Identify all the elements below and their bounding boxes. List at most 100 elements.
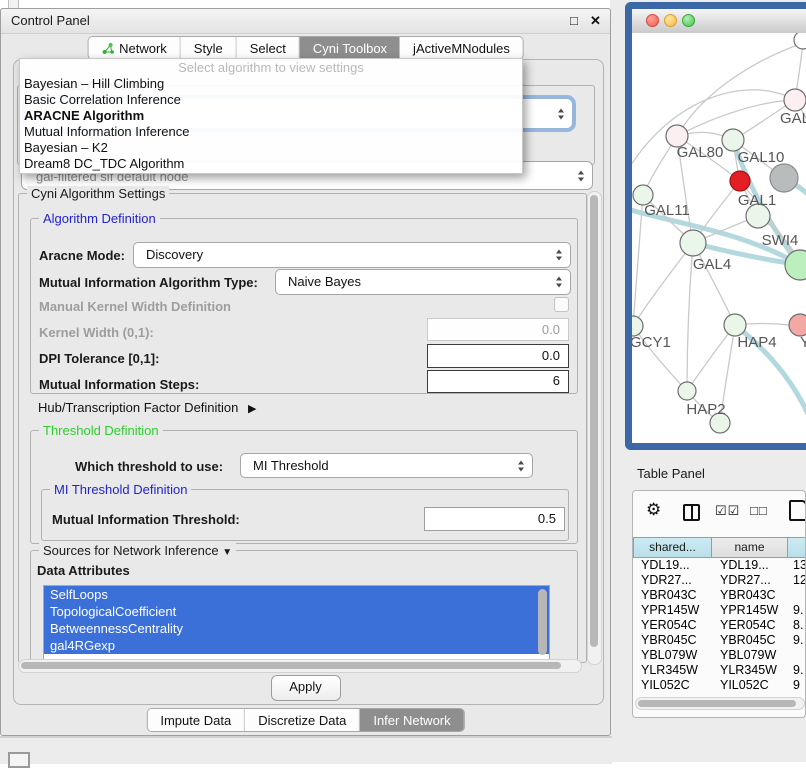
mi-type-combo[interactable]: Naive Bayes [275,269,571,295]
zoom-traffic-icon[interactable] [682,14,695,27]
network-view-window: GAL GAL80 GAL10 GAL1 GAL11 SWI4 GAL4 GCY… [625,2,806,450]
network-node[interactable] [785,250,806,280]
columns-icon[interactable] [683,504,700,521]
control-panel-window: Control Panel □ ✕ Network Style Select C… [0,8,611,736]
mi-threshold-field[interactable]: 0.5 [424,507,565,531]
which-threshold-combo[interactable]: MI Threshold [240,453,533,478]
table-row[interactable]: YPR145W YPR145W 9. [633,603,806,618]
cell: 9. [788,663,806,678]
kernel-width-field[interactable]: 0.0 [427,318,569,341]
network-node[interactable] [794,33,806,49]
table-row[interactable]: YBR045C YBR045C 9. [633,633,806,648]
tab-jactivemnodules[interactable]: jActiveMNodules [400,37,523,59]
aracne-mode-combo[interactable]: Discovery [133,242,571,268]
expander-down-icon: ▼ [222,547,232,558]
control-panel-titlebar: Control Panel □ ✕ [1,9,610,34]
cell: YIL052C [633,678,712,693]
table-row[interactable]: YER054C YER054C 8. [633,618,806,633]
mi-steps-label: Mutual Information Steps: [39,377,199,392]
node-label: SWI4 [762,232,799,249]
float-window-icon[interactable]: □ [570,13,578,28]
mi-type-label: Mutual Information Algorithm Type: [39,275,258,290]
algorithm-option[interactable]: Bayesian – K2 [20,140,522,156]
node-label: GAL4 [693,256,731,273]
node-label: GAL80 [677,144,724,161]
manual-kernel-checkbox[interactable] [554,297,569,312]
collapsed-panel-button[interactable] [8,752,30,768]
dpi-tolerance-field[interactable]: 0.0 [427,344,569,368]
sources-group-title[interactable]: Sources for Network Inference ▼ [39,543,236,558]
algorithm-definition-group: Algorithm Definition Aracne Mode: Discov… [30,218,578,394]
cell: YLR345W [712,663,788,678]
network-window-titlebar[interactable] [632,9,806,34]
network-node[interactable] [789,314,806,336]
stepper-icon [556,250,563,261]
attribute-item-selected[interactable]: SelfLoops [44,586,549,603]
tab-style[interactable]: Style [181,37,237,59]
bottom-strip [0,736,612,764]
cell: 9. [788,633,806,648]
network-node-hap4[interactable] [724,314,746,336]
close-icon[interactable]: ✕ [590,13,601,29]
tab-select[interactable]: Select [237,37,300,59]
table-row[interactable]: YBL079W YBL079W [633,648,806,663]
minimize-traffic-icon[interactable] [664,14,677,27]
network-node-gal4[interactable] [680,230,706,256]
table-hscrollbar[interactable] [635,697,805,710]
cell [788,588,806,603]
table-row[interactable]: YIL052C YIL052C 9 [633,678,806,693]
column-header-shared-name[interactable]: shared... [633,537,712,558]
group-title: Algorithm Definition [39,211,160,226]
apply-button[interactable]: Apply [271,675,341,701]
cell: 9 [788,678,806,693]
algorithm-option[interactable]: Dream8 DC_TDC Algorithm [20,156,522,172]
mi-threshold-label: Mutual Information Threshold: [52,512,240,527]
attribute-item-selected[interactable]: BetweennessCentrality [44,620,549,637]
tab-discretize-data[interactable]: Discretize Data [245,709,360,731]
settings-vscrollbar[interactable] [587,191,602,665]
network-node-gcy1[interactable] [632,316,643,336]
tab-cyni-toolbox[interactable]: Cyni Toolbox [300,37,400,59]
network-node[interactable] [784,89,806,111]
mi-steps-field[interactable]: 6 [427,370,569,393]
list-scrollbar[interactable] [538,589,547,655]
column-header-name[interactable]: name [712,537,788,558]
network-node-gray[interactable] [770,164,798,192]
algorithm-option[interactable]: Bayesian – Hill Climbing [20,76,522,92]
settings-hscrollbar[interactable] [18,659,582,673]
tab-network[interactable]: Network [88,37,181,59]
attribute-item-selected[interactable]: gal4RGexp [44,637,549,654]
deselect-all-icon[interactable]: □□ [750,503,768,518]
column-header-partial[interactable] [788,537,806,558]
algorithm-option[interactable]: Basic Correlation Inference [20,92,522,108]
select-all-icon[interactable]: ☑☑ [715,503,740,519]
cell: YPR145W [712,603,788,618]
cell: 9. [788,603,806,618]
network-node-selected[interactable] [730,171,750,191]
stepper-icon [518,460,525,471]
attribute-item-selected[interactable]: TopologicalCoefficient [44,603,549,620]
table-row[interactable]: YLR345W YLR345W 9. [633,663,806,678]
cell: YBL079W [633,648,712,663]
cell: YBR045C [633,633,712,648]
table-row[interactable]: YDL19... YDL19... 13 [633,558,806,573]
tab-impute-data[interactable]: Impute Data [147,709,245,731]
which-threshold-value: MI Threshold [253,454,532,477]
hub-definition-expander[interactable]: Hub/Transcription Factor Definition ▶ [38,400,256,415]
close-traffic-icon[interactable] [646,14,659,27]
aracne-mode-label: Aracne Mode: [39,248,125,263]
network-node-hap2[interactable] [678,382,696,400]
network-node-gal10[interactable] [722,129,744,151]
algorithm-option-selected[interactable]: ARACNE Algorithm [20,108,522,124]
tab-infer-network[interactable]: Infer Network [360,709,463,731]
network-canvas[interactable]: GAL GAL80 GAL10 GAL1 GAL11 SWI4 GAL4 GCY… [632,33,806,443]
aracne-mode-value: Discovery [146,243,570,267]
cell: YBR045C [712,633,788,648]
export-table-icon[interactable] [789,500,806,521]
data-attributes-list: SelfLoops TopologicalCoefficient Between… [43,585,550,661]
algorithm-option[interactable]: Mutual Information Inference [20,124,522,140]
gear-icon[interactable]: ⚙ [646,500,661,520]
table-row[interactable]: YDR27... YDR27... 12 [633,573,806,588]
table-row[interactable]: YBR043C YBR043C [633,588,806,603]
cell: YDR27... [633,573,712,588]
